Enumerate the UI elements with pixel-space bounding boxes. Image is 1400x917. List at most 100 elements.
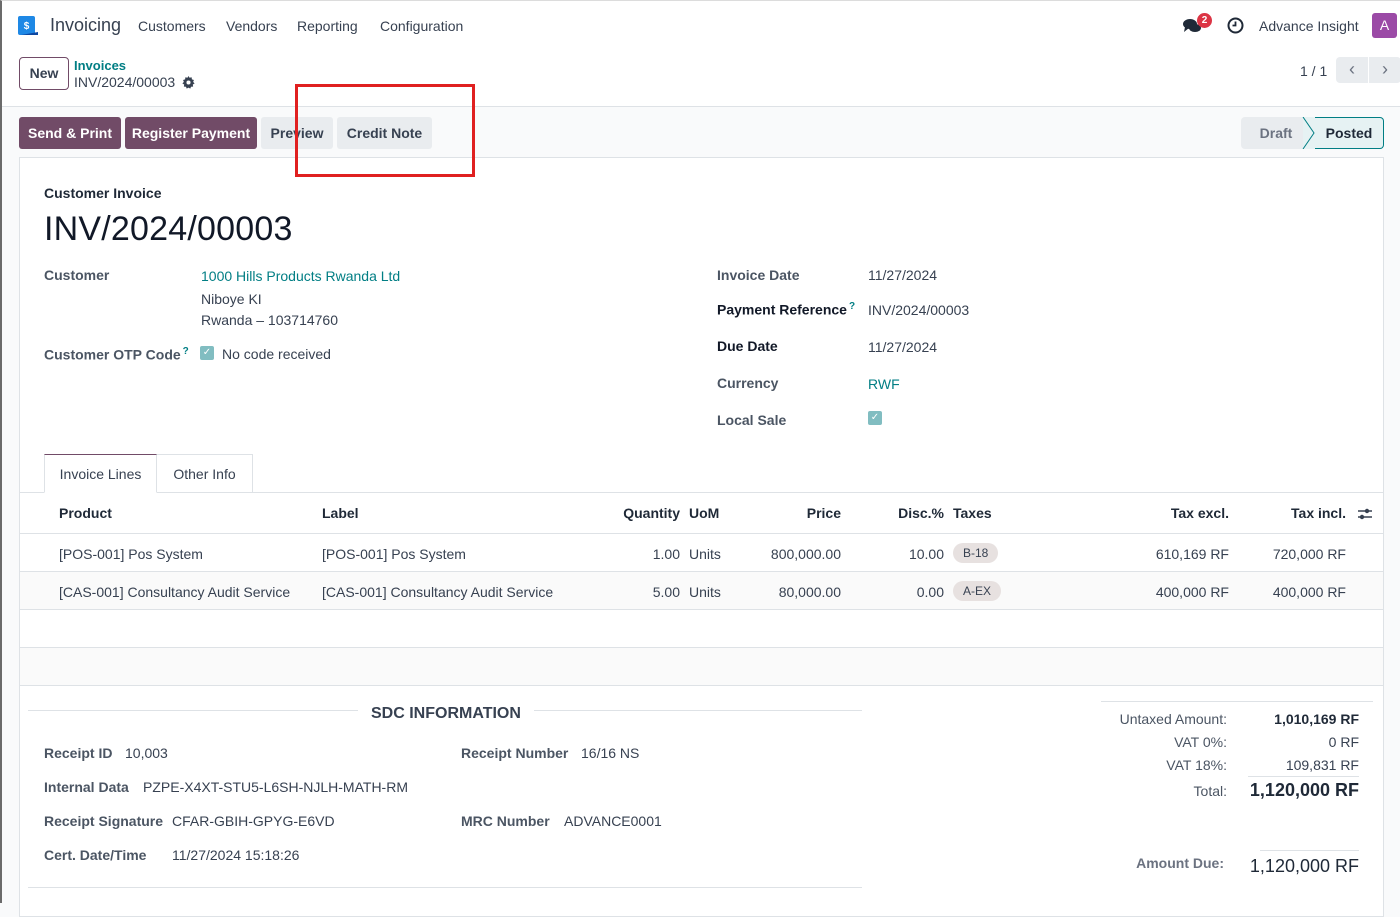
tax-tag[interactable]: A-EX [953, 581, 1002, 601]
register-payment-button[interactable]: Register Payment [125, 117, 257, 149]
column-label[interactable]: Label [322, 505, 359, 521]
row-label: [POS-001] Pos System [322, 546, 466, 562]
column-taxes[interactable]: Taxes [953, 505, 992, 521]
company-name[interactable]: Advance Insight [1259, 18, 1359, 34]
empty-row [20, 648, 1383, 685]
sdc-bottom-divider [28, 887, 862, 888]
receipt-id-value: 10,003 [125, 745, 168, 761]
chevron-right-icon: › [1382, 59, 1388, 79]
receipt-signature-label: Receipt Signature [44, 813, 164, 829]
customer-address-line-1: Niboye KI [201, 291, 262, 307]
sdc-section-title: SDC INFORMATION [371, 705, 521, 722]
optional-columns-icon[interactable] [1357, 507, 1373, 521]
internal-data-value: PZPE-X4XT-STU5-L6SH-NJLH-MATH-RM [143, 779, 408, 795]
svg-text:$: $ [24, 21, 30, 32]
vat0-label: VAT 0%: [1174, 734, 1227, 750]
cert-datetime-label: Cert. Date/Time [44, 847, 147, 863]
vat0-value: 0 RF [1328, 734, 1359, 750]
receipt-signature-value: CFAR-GBIH-GPYG-E6VD [172, 813, 335, 829]
pager-previous-button[interactable]: ‹ [1336, 57, 1368, 83]
status-bar: Draft Posted [1241, 117, 1384, 149]
new-button[interactable]: New [19, 57, 69, 90]
total-divider [1248, 776, 1359, 777]
credit-note-button[interactable]: Credit Note [337, 117, 432, 149]
row-quantity: 1.00 [652, 546, 680, 562]
row-discount: 0.00 [916, 584, 944, 600]
column-uom[interactable]: UoM [689, 505, 719, 521]
row-product[interactable]: [CAS-001] Consultancy Audit Service [59, 584, 290, 600]
tabs-divider [20, 492, 1383, 493]
app-name[interactable]: Invoicing [50, 15, 121, 36]
invoicing-app-icon[interactable]: $ [17, 15, 39, 37]
payment-reference-label: Payment Reference? [717, 301, 856, 318]
total-value: 1,120,000 RF [1249, 780, 1359, 800]
column-price[interactable]: Price [762, 505, 841, 521]
internal-data-label: Internal Data [44, 779, 129, 795]
mrc-number-value: ADVANCE0001 [564, 813, 662, 829]
otp-value: No code received [222, 346, 331, 362]
pager-next-button[interactable]: › [1369, 57, 1400, 83]
sdc-divider-left [28, 710, 358, 711]
preview-button[interactable]: Preview [261, 117, 333, 149]
column-discount[interactable]: Disc.% [882, 505, 944, 521]
menu-vendors[interactable]: Vendors [226, 18, 277, 34]
avatar[interactable]: A [1372, 13, 1397, 38]
row-label: [CAS-001] Consultancy Audit Service [322, 584, 554, 600]
status-posted[interactable]: Posted [1303, 117, 1384, 149]
row-divider [20, 685, 1383, 686]
row-price: 800,000.00 [770, 546, 841, 562]
untaxed-amount-value: 1,010,169 RF [1274, 711, 1359, 727]
top-navbar: $ Invoicing Customers Vendors Reporting … [2, 1, 1400, 49]
amount-due-label: Amount Due: [1136, 855, 1224, 871]
row-tax-excl: 400,000 RF [1155, 584, 1229, 600]
total-label: Total: [1193, 783, 1227, 799]
amount-due-divider [1260, 850, 1359, 851]
column-quantity[interactable]: Quantity [612, 505, 680, 521]
customer-label: Customer [44, 267, 110, 283]
column-product[interactable]: Product [59, 505, 112, 521]
gear-icon[interactable] [182, 76, 195, 89]
receipt-number-value: 16/16 NS [581, 745, 640, 761]
tax-tag[interactable]: B-18 [953, 543, 999, 563]
row-tax-incl: 720,000 RF [1272, 546, 1346, 562]
due-date-label: Due Date [717, 338, 778, 354]
customer-link[interactable]: 1000 Hills Products Rwanda Ltd [201, 268, 400, 284]
currency-link[interactable]: RWF [868, 376, 900, 392]
otp-checkbox[interactable]: ✓ [200, 346, 214, 360]
invoice-date-label: Invoice Date [717, 267, 800, 283]
document-type: Customer Invoice [44, 185, 162, 201]
tab-invoice-lines[interactable]: Invoice Lines [44, 454, 157, 493]
customer-address-line-2: Rwanda – 103714760 [201, 312, 339, 328]
row-uom: Units [689, 546, 721, 562]
menu-configuration[interactable]: Configuration [380, 18, 463, 34]
row-product[interactable]: [POS-001] Pos System [59, 546, 203, 562]
receipt-id-label: Receipt ID [44, 745, 113, 761]
menu-reporting[interactable]: Reporting [297, 18, 358, 34]
control-panel: New Invoices INV/2024/00003 1 / 1 ‹ › [2, 49, 1400, 107]
tab-other-info[interactable]: Other Info [156, 454, 253, 493]
menu-customers[interactable]: Customers [138, 18, 206, 34]
column-tax-incl[interactable]: Tax incl. [1242, 505, 1346, 521]
page-title: INV/2024/00003 [44, 210, 293, 248]
clock-icon[interactable] [1227, 17, 1244, 34]
help-tooltip-icon[interactable]: ? [849, 301, 855, 312]
currency-label: Currency [717, 375, 779, 391]
otp-code-label: Customer OTP Code? [44, 346, 189, 363]
row-divider [20, 609, 1383, 610]
row-divider [20, 571, 1383, 572]
breadcrumb-invoices[interactable]: Invoices [74, 58, 126, 73]
row-tax-excl: 610,169 RF [1155, 546, 1229, 562]
send-print-button[interactable]: Send & Print [19, 117, 121, 149]
local-sale-checkbox[interactable]: ✓ [868, 411, 882, 425]
status-arrow-icon [1301, 117, 1315, 149]
pager-value[interactable]: 1 / 1 [1300, 63, 1327, 79]
amount-due-value: 1,120,000 RF [1249, 856, 1359, 876]
payment-reference-value[interactable]: INV/2024/00003 [868, 302, 969, 318]
help-tooltip-icon[interactable]: ? [183, 346, 189, 357]
scrollbar-track[interactable] [1384, 157, 1400, 917]
untaxed-amount-label: Untaxed Amount: [1119, 711, 1227, 727]
due-date-value[interactable]: 11/27/2024 [868, 339, 937, 355]
chat-badge: 2 [1197, 13, 1212, 28]
invoice-date-value[interactable]: 11/27/2024 [868, 267, 937, 283]
column-tax-excl[interactable]: Tax excl. [1122, 505, 1229, 521]
